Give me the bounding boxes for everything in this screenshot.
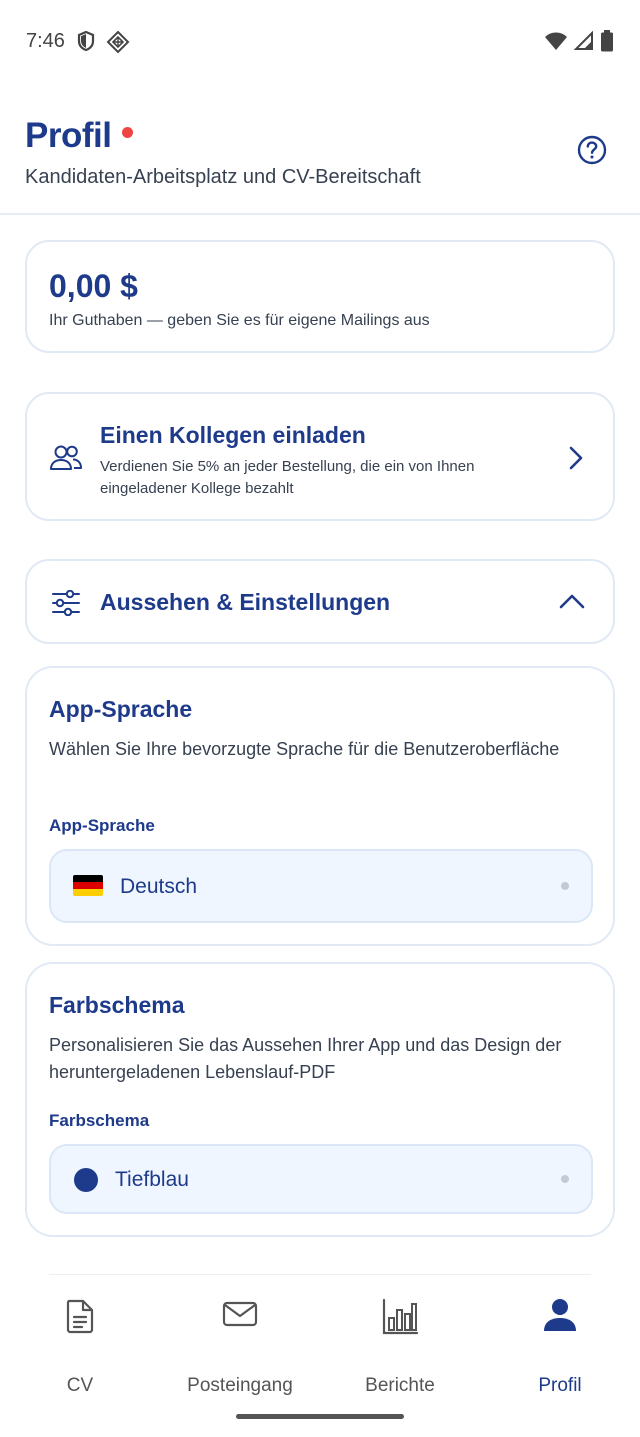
appearance-settings-title: Aussehen & Einstellungen <box>100 589 391 615</box>
nav-label-reports: Berichte <box>365 1375 435 1396</box>
page-title: Profil <box>25 116 112 155</box>
document-icon <box>66 1299 94 1334</box>
balance-card: 0,00 $ Ihr Guthaben — geben Sie es für e… <box>25 240 615 353</box>
help-icon[interactable] <box>577 135 607 165</box>
nav-item-inbox[interactable]: Posteingang <box>160 1298 320 1398</box>
color-scheme-value: Tiefblau <box>115 1168 189 1191</box>
users-icon <box>50 445 82 470</box>
nav-label-inbox: Posteingang <box>187 1375 293 1396</box>
dropdown-indicator-icon <box>561 882 569 890</box>
invite-title: Einen Kollegen einladen <box>100 422 366 448</box>
bar-chart-icon <box>382 1298 419 1335</box>
app-language-section: App-Sprache Wählen Sie Ihre bevorzugte S… <box>25 666 615 946</box>
home-indicator[interactable] <box>236 1414 404 1419</box>
invite-colleague-card[interactable]: Einen Kollegen einladen Verdienen Sie 5%… <box>25 392 615 521</box>
user-icon <box>544 1299 576 1331</box>
balance-amount: 0,00 $ <box>49 268 138 304</box>
diamond-grid-icon <box>106 30 130 54</box>
status-bar: 7:46 <box>0 0 640 84</box>
nav-item-reports[interactable]: Berichte <box>320 1298 480 1398</box>
german-flag-icon <box>73 875 103 896</box>
nav-divider <box>49 1274 591 1275</box>
chevron-right-icon <box>569 446 583 470</box>
app-language-select[interactable]: Deutsch <box>49 849 593 923</box>
shield-icon <box>77 30 95 52</box>
color-scheme-select[interactable]: Tiefblau <box>49 1144 593 1214</box>
app-language-description: Wählen Sie Ihre bevorzugte Sprache für d… <box>49 739 560 759</box>
notification-dot <box>122 127 133 138</box>
color-scheme-description: Personalisieren Sie das Aussehen Ihrer A… <box>49 1035 562 1082</box>
nav-item-cv[interactable]: CV <box>0 1298 160 1398</box>
color-scheme-label: Farbschema <box>49 1111 150 1130</box>
status-time: 7:46 <box>26 30 65 52</box>
bottom-navigation: CV Posteingang Berichte Profil <box>0 1274 640 1437</box>
app-language-label: App-Sprache <box>49 816 155 835</box>
appearance-settings-toggle[interactable]: Aussehen & Einstellungen <box>25 559 615 644</box>
color-scheme-title: Farbschema <box>49 992 185 1018</box>
page-header: Profil Kandidaten-Arbeitsplatz und CV-Be… <box>0 84 640 215</box>
wifi-icon <box>545 32 567 50</box>
nav-label-profile: Profil <box>538 1375 582 1396</box>
nav-item-profile[interactable]: Profil <box>480 1298 640 1398</box>
page-subtitle: Kandidaten-Arbeitsplatz und CV-Bereitsch… <box>25 166 421 188</box>
invite-description: Verdienen Sie 5% an jeder Bestellung, di… <box>100 458 475 497</box>
signal-icon <box>574 31 593 50</box>
balance-description: Ihr Guthaben — geben Sie es für eigene M… <box>49 312 430 329</box>
sliders-icon <box>52 590 80 616</box>
nav-label-cv: CV <box>66 1375 94 1396</box>
color-scheme-section: Farbschema Personalisieren Sie das Ausse… <box>25 962 615 1237</box>
app-language-title: App-Sprache <box>49 696 193 722</box>
app-language-value: Deutsch <box>120 875 198 898</box>
dropdown-indicator-icon <box>561 1175 569 1183</box>
chevron-up-icon <box>559 594 585 609</box>
battery-icon <box>601 30 613 52</box>
color-swatch-icon <box>74 1168 98 1192</box>
mail-icon <box>222 1301 258 1327</box>
